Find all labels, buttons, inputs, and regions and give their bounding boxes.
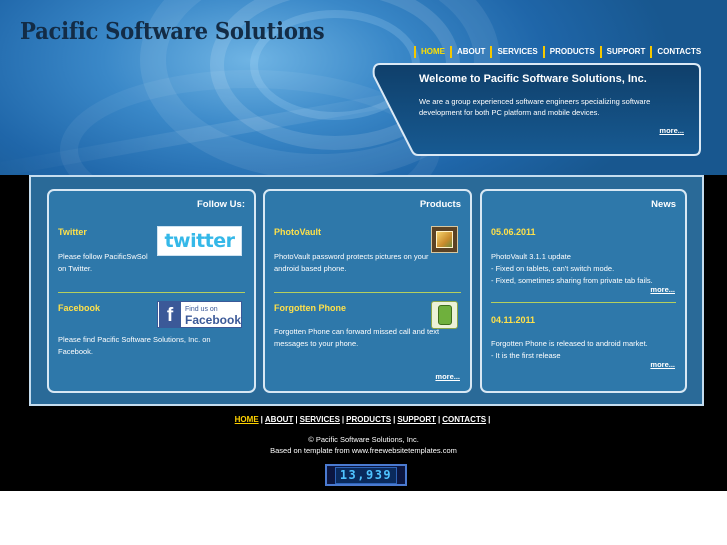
products-more-link[interactable]: more... — [435, 372, 460, 381]
photovault-text: PhotoVault password protects pictures on… — [274, 252, 429, 273]
divider — [491, 302, 676, 303]
news-title: News — [651, 199, 676, 210]
facebook-logo[interactable]: f Find us on Facebook — [157, 301, 242, 328]
photovault-title[interactable]: PhotoVault — [274, 227, 321, 237]
twitter-logo-text: twitter — [164, 230, 235, 252]
site-logo[interactable]: Pacific Software Solutions — [20, 18, 325, 45]
footer-nav-home[interactable]: HOME — [235, 415, 259, 424]
forgotten-phone-icon[interactable] — [431, 301, 458, 329]
nav-home[interactable]: HOME — [414, 45, 450, 58]
news-more-link[interactable]: more... — [650, 360, 675, 369]
news-line: Forgotten Phone is released to android m… — [491, 339, 648, 348]
nav-support[interactable]: SUPPORT — [599, 45, 651, 58]
news-date: 05.06.2011 — [491, 227, 536, 237]
products-title: Products — [419, 199, 461, 210]
news-text: Forgotten Phone is released to android m… — [491, 338, 681, 362]
footer-nav-services[interactable]: SERVICES — [300, 415, 340, 424]
top-nav: HOME ABOUT SERVICES PRODUCTS SUPPORT CON… — [414, 45, 706, 58]
photovault-icon[interactable] — [431, 226, 458, 253]
products-box: Products PhotoVault PhotoVault password … — [263, 189, 472, 393]
content-panel: Follow Us: Twitter Please follow Pacific… — [29, 175, 704, 406]
header: Pacific Software Solutions HOME ABOUT SE… — [0, 0, 727, 175]
nav-products[interactable]: PRODUCTS — [542, 45, 600, 58]
forgotten-phone-text: Forgotten Phone can forward missed call … — [274, 327, 440, 348]
twitter-logo[interactable]: twitter — [157, 226, 242, 256]
footer-nav-support[interactable]: SUPPORT — [397, 415, 436, 424]
news-text: PhotoVault 3.1.1 update - Fixed on table… — [491, 251, 681, 287]
forgotten-phone-title[interactable]: Forgotten Phone — [274, 303, 346, 313]
footer-nav-products[interactable]: PRODUCTS — [346, 415, 391, 424]
facebook-text: Please find Pacific Software Solutions, … — [58, 335, 211, 356]
copyright: © Pacific Software Solutions, Inc. — [308, 435, 419, 444]
footer-nav-about[interactable]: ABOUT — [265, 415, 293, 424]
divider — [58, 292, 245, 293]
divider — [274, 292, 461, 293]
footer-nav: HOME | ABOUT | SERVICES | PRODUCTS | SUPPORT | CON… — [234, 415, 491, 424]
welcome-more-link[interactable]: more... — [659, 126, 684, 135]
follow-us-title: Follow Us: — [196, 199, 245, 210]
follow-us-box: Follow Us: Twitter Please follow Pacific… — [47, 189, 256, 393]
template-credit: Based on template from www.freewebsitete… — [270, 446, 457, 455]
news-box: News 05.06.2011 PhotoVault 3.1.1 update … — [480, 189, 687, 393]
facebook-logo-line2: Facebook — [184, 312, 241, 327]
footer-nav-contacts[interactable]: CONTACTS — [442, 415, 486, 424]
nav-contacts[interactable]: CONTACTS — [650, 45, 706, 58]
facebook-f-icon: f — [159, 302, 181, 327]
welcome-box: Welcome to Pacific Software Solutions, I… — [372, 62, 702, 157]
facebook-logo-text: Find us on Facebook — [184, 305, 241, 327]
news-date: 04.11.2011 — [491, 315, 536, 325]
nav-services[interactable]: SERVICES — [490, 45, 542, 58]
nav-about[interactable]: ABOUT — [450, 45, 490, 58]
visit-counter-value: 13,939 — [334, 466, 398, 484]
news-line: PhotoVault 3.1.1 update — [491, 252, 571, 261]
welcome-title: Welcome to Pacific Software Solutions, I… — [419, 73, 647, 85]
facebook-title[interactable]: Facebook — [58, 303, 100, 313]
page: Pacific Software Solutions HOME ABOUT SE… — [0, 0, 727, 491]
twitter-text: Please follow PacificSwSol on Twitter. — [58, 252, 148, 273]
news-more-link[interactable]: more... — [650, 285, 675, 294]
news-line: - Fixed on tablets, can't switch mode. — [491, 264, 615, 273]
twitter-title[interactable]: Twitter — [58, 227, 87, 237]
welcome-text: We are a group experienced software engi… — [419, 97, 651, 117]
visit-counter[interactable]: 13,939 — [325, 464, 407, 486]
